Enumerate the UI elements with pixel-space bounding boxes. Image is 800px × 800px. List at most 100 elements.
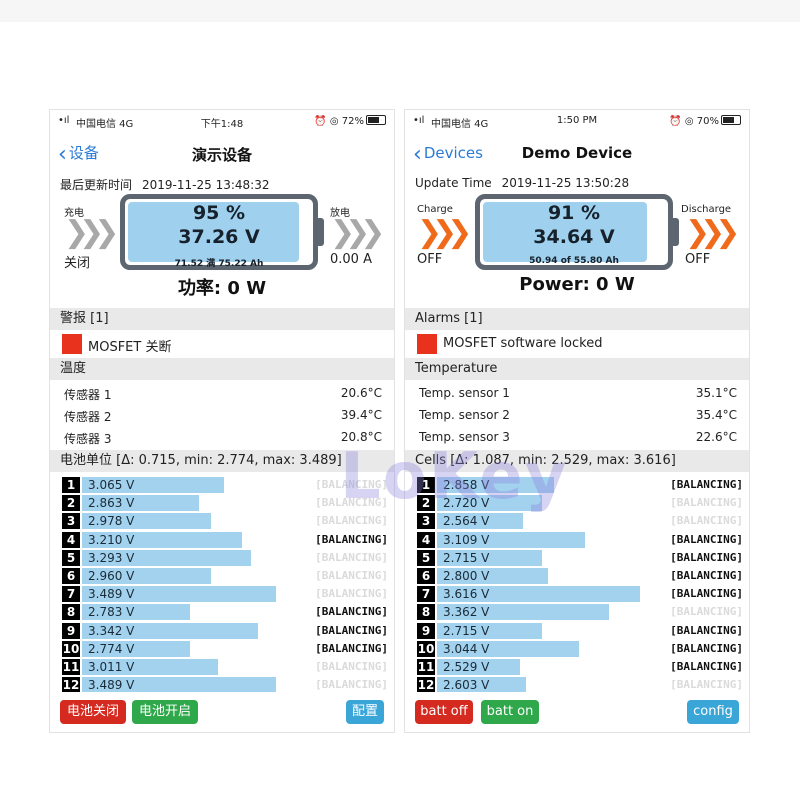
cell-row: 11 3.011 V [BALANCING] bbox=[62, 658, 390, 676]
battery-icon bbox=[721, 115, 741, 125]
cell-number: 3 bbox=[417, 513, 435, 530]
balancing-badge: [BALANCING] bbox=[315, 496, 388, 510]
temp-value: 35.1°C bbox=[695, 386, 737, 400]
cell-number: 8 bbox=[417, 604, 435, 621]
cell-number: 7 bbox=[417, 586, 435, 603]
balancing-badge: [BALANCING] bbox=[670, 641, 743, 655]
battery-capacity: 50.94 of 55.80 Ah bbox=[529, 256, 619, 266]
batt-on-button[interactable]: 电池开启 bbox=[132, 700, 198, 724]
cell-list: 1 2.858 V [BALANCING] 2 2.720 V [BALANCING] 3 2… bbox=[417, 476, 745, 692]
cell-row: 12 3.489 V [BALANCING] bbox=[62, 676, 390, 692]
temp-name: Temp. sensor 2 bbox=[419, 408, 510, 422]
balancing-badge: [BALANCING] bbox=[315, 605, 388, 619]
balancing-badge: [BALANCING] bbox=[315, 514, 388, 528]
temp-name: Temp. sensor 3 bbox=[419, 430, 510, 444]
cell-row: 9 3.342 V [BALANCING] bbox=[62, 622, 390, 640]
balancing-badge: [BALANCING] bbox=[670, 568, 743, 582]
cell-voltage: 2.960 V bbox=[88, 568, 135, 583]
cell-number: 5 bbox=[417, 549, 435, 566]
cell-number: 3 bbox=[62, 513, 80, 530]
cell-voltage: 2.720 V bbox=[443, 496, 490, 511]
cell-number: 10 bbox=[417, 640, 435, 657]
page-title: Demo Device bbox=[521, 144, 633, 162]
cell-row: 1 3.065 V [BALANCING] bbox=[62, 476, 390, 494]
alarm-text: MOSFET software locked bbox=[443, 336, 603, 351]
cell-voltage: 2.783 V bbox=[88, 605, 135, 620]
batt-off-button[interactable]: batt off bbox=[415, 700, 473, 724]
battery-voltage: 37.26 V bbox=[178, 226, 260, 248]
update-label: 最后更新时间 bbox=[60, 178, 133, 192]
nav-bar: ‹ Devices Demo Device bbox=[405, 132, 749, 172]
charge-chevrons-icon: ❯ ❯ ❯ bbox=[64, 215, 120, 250]
balancing-badge: [BALANCING] bbox=[315, 550, 388, 564]
cell-number: 1 bbox=[62, 477, 80, 493]
cell-row: 2 2.720 V [BALANCING] bbox=[417, 494, 745, 512]
battery-icon bbox=[366, 115, 386, 125]
update-row: 最后更新时间 2019-11-25 13:48:32 bbox=[60, 176, 269, 193]
cell-number: 4 bbox=[62, 531, 80, 548]
cell-voltage: 3.065 V bbox=[88, 478, 135, 492]
config-button[interactable]: config bbox=[687, 700, 739, 724]
power-readout: Power: 0 W bbox=[519, 274, 635, 295]
battery-terminal bbox=[673, 218, 679, 246]
temperature-header: 温度 bbox=[50, 358, 394, 380]
page-title: 演示设备 bbox=[191, 146, 252, 164]
cells-header: Cells [Δ: 1.087, min: 2.529, max: 3.616] bbox=[405, 450, 749, 472]
phone-english: •ıl 中国电信 4G 1:50 PM ⏰ ◎ 70% ‹ Devices Dem… bbox=[405, 110, 749, 732]
charge-state: OFF bbox=[417, 252, 443, 267]
nav-bar: ‹ 设备 演示设备 bbox=[50, 132, 394, 172]
cell-number: 10 bbox=[62, 640, 80, 657]
cell-voltage: 2.978 V bbox=[88, 514, 135, 529]
cell-row: 7 3.489 V [BALANCING] bbox=[62, 585, 390, 603]
bottom-band bbox=[0, 736, 800, 800]
temperature-header: Temperature bbox=[405, 358, 749, 380]
config-button[interactable]: 配置 bbox=[346, 700, 384, 724]
cell-number: 2 bbox=[62, 495, 80, 512]
temp-row: Temp. sensor 1 35.1°C bbox=[405, 382, 749, 404]
temp-value: 20.8°C bbox=[340, 430, 382, 444]
status-icons: ⏰ ◎ 70% bbox=[669, 116, 719, 127]
battery-capacity: 71.52 满 75.22 Ah bbox=[174, 259, 264, 269]
cell-row: 5 3.293 V [BALANCING] bbox=[62, 549, 390, 567]
cell-number: 12 bbox=[62, 677, 80, 692]
cell-number: 11 bbox=[62, 658, 80, 675]
balancing-badge: [BALANCING] bbox=[315, 478, 388, 491]
cell-voltage: 2.863 V bbox=[88, 496, 135, 511]
cell-row: 2 2.863 V [BALANCING] bbox=[62, 494, 390, 512]
cell-voltage: 2.858 V bbox=[443, 478, 490, 492]
cell-voltage: 3.342 V bbox=[88, 623, 135, 638]
cell-number: 2 bbox=[417, 495, 435, 512]
cell-row: 3 2.564 V [BALANCING] bbox=[417, 512, 745, 530]
alarms-header: 警报 [1] bbox=[50, 308, 394, 330]
cell-row: 4 3.210 V [BALANCING] bbox=[62, 531, 390, 549]
balancing-badge: [BALANCING] bbox=[670, 659, 743, 673]
cell-number: 1 bbox=[417, 477, 435, 493]
cell-number: 6 bbox=[62, 567, 80, 584]
cell-voltage: 2.564 V bbox=[443, 514, 490, 529]
alarm-row: MOSFET 关断 bbox=[50, 332, 394, 356]
temp-name: 传感器 1 bbox=[64, 388, 112, 402]
balancing-badge: [BALANCING] bbox=[315, 532, 388, 546]
cell-number: 8 bbox=[62, 604, 80, 621]
batt-off-button[interactable]: 电池关闭 bbox=[60, 700, 126, 724]
charge-label: Charge bbox=[417, 204, 453, 215]
cell-voltage: 3.011 V bbox=[88, 659, 135, 674]
cell-row: 6 2.800 V [BALANCING] bbox=[417, 567, 745, 585]
cell-row: 12 2.603 V [BALANCING] bbox=[417, 676, 745, 692]
phone-chinese: •ıl 中国电信 4G 下午1:48 ⏰ ◎ 72% ‹ 设备 演示设备 最后更新… bbox=[50, 110, 394, 732]
balancing-badge: [BALANCING] bbox=[315, 641, 388, 655]
balancing-badge: [BALANCING] bbox=[670, 496, 743, 510]
temp-name: Temp. sensor 1 bbox=[419, 386, 510, 400]
balancing-badge: [BALANCING] bbox=[670, 587, 743, 601]
discharge-state: 0.00 A bbox=[330, 252, 372, 267]
balancing-badge: [BALANCING] bbox=[670, 478, 743, 491]
battery-terminal bbox=[318, 218, 324, 246]
temp-value: 20.6°C bbox=[340, 386, 382, 400]
temp-value: 39.4°C bbox=[340, 408, 382, 422]
cell-row: 6 2.960 V [BALANCING] bbox=[62, 567, 390, 585]
cell-voltage: 3.044 V bbox=[443, 641, 490, 656]
cell-voltage: 2.529 V bbox=[443, 659, 490, 674]
temp-row: Temp. sensor 3 22.6°C bbox=[405, 426, 749, 448]
batt-on-button[interactable]: batt on bbox=[481, 700, 539, 724]
temp-name: 传感器 2 bbox=[64, 410, 112, 424]
